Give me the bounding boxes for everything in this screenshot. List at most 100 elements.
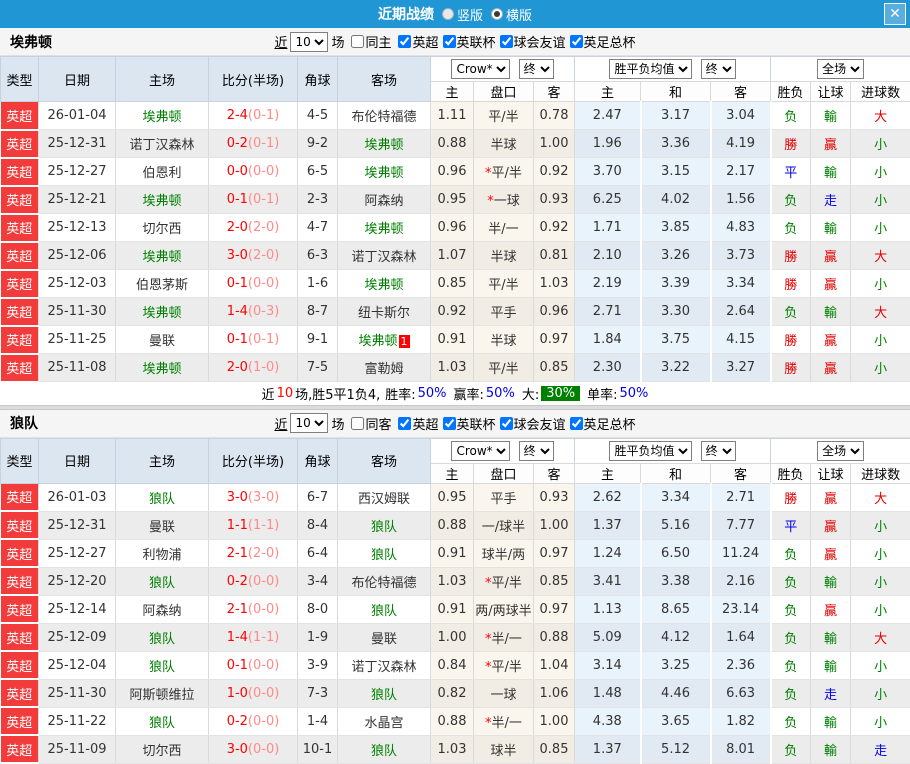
final-average-select[interactable]: 终 bbox=[701, 59, 736, 79]
same-venue-filter[interactable]: 同客 bbox=[347, 414, 391, 433]
fulltime-score: 1-1 bbox=[227, 518, 248, 533]
final-odds-select[interactable]: 终 bbox=[519, 441, 554, 461]
scope-select[interactable]: 全场 bbox=[817, 59, 864, 79]
handicap-home-odds: 1.07 bbox=[431, 242, 474, 270]
handicap-line: 两/两球半 bbox=[474, 595, 534, 623]
result-wdl: 负 bbox=[771, 707, 811, 735]
corners: 1-9 bbox=[298, 623, 338, 651]
avg-draw-odds: 3.30 bbox=[641, 298, 711, 326]
result-wdl: 负 bbox=[771, 651, 811, 679]
games-count-select[interactable]: 10 bbox=[290, 413, 328, 433]
same-venue-filter[interactable]: 同主 bbox=[347, 32, 391, 51]
league-type: 英超 bbox=[1, 623, 39, 651]
home-team: 狼队 bbox=[116, 707, 209, 735]
handicap-line: 半球 bbox=[474, 326, 534, 354]
home-team: 切尔西 bbox=[116, 214, 209, 242]
fulltime-score: 0-2 bbox=[227, 714, 248, 729]
close-icon[interactable]: ✕ bbox=[884, 3, 906, 25]
col-odds-handicap: 盘口 bbox=[474, 82, 534, 102]
league-type: 英超 bbox=[1, 567, 39, 595]
near-label[interactable]: 近 bbox=[274, 414, 287, 433]
league-filter-checkbox[interactable] bbox=[500, 35, 513, 48]
league-filter[interactable]: 英联杯 bbox=[439, 32, 496, 51]
fulltime-score: 0-1 bbox=[227, 658, 248, 673]
final-average-select[interactable]: 终 bbox=[701, 441, 736, 461]
result-goals: 小 bbox=[851, 511, 910, 539]
league-filter[interactable]: 球会友谊 bbox=[496, 414, 566, 433]
league-filter[interactable]: 英超 bbox=[394, 32, 438, 51]
view-option-vertical[interactable]: 竖版 bbox=[442, 5, 483, 24]
result-handicap: 贏 bbox=[811, 354, 851, 382]
league-filter-checkbox[interactable] bbox=[443, 417, 456, 430]
radio-icon[interactable] bbox=[442, 8, 454, 20]
average-select[interactable]: 胜平负均值 bbox=[609, 59, 692, 79]
away-team: 曼联 bbox=[338, 623, 431, 651]
match-date: 25-12-20 bbox=[39, 567, 116, 595]
view-option-horizontal[interactable]: 横版 bbox=[491, 5, 532, 24]
same-venue-checkbox[interactable] bbox=[351, 417, 364, 430]
result-goals: 小 bbox=[851, 595, 910, 623]
col-corner: 角球 bbox=[298, 438, 338, 483]
match-date: 25-12-03 bbox=[39, 270, 116, 298]
away-team: 狼队 bbox=[338, 595, 431, 623]
changed-line-star: * bbox=[485, 716, 492, 731]
col-odds-away: 客 bbox=[534, 82, 575, 102]
handicap-away-odds: 1.00 bbox=[534, 707, 575, 735]
away-team: 埃弗顿 bbox=[338, 270, 431, 298]
result-handicap: 輸 bbox=[811, 298, 851, 326]
handicap-line: *平/半 bbox=[474, 158, 534, 186]
avg-away-odds: 2.16 bbox=[711, 567, 771, 595]
result-handicap: 贏 bbox=[811, 326, 851, 354]
avg-away-odds: 4.19 bbox=[711, 130, 771, 158]
handicap-line: *一球 bbox=[474, 186, 534, 214]
handicap-home-odds: 1.03 bbox=[431, 735, 474, 763]
fulltime-score: 3-0 bbox=[227, 490, 248, 505]
same-venue-checkbox[interactable] bbox=[351, 35, 364, 48]
scope-select[interactable]: 全场 bbox=[817, 441, 864, 461]
league-filter-checkbox[interactable] bbox=[570, 35, 583, 48]
avg-draw-odds: 3.75 bbox=[641, 326, 711, 354]
league-filter[interactable]: 球会友谊 bbox=[496, 32, 566, 51]
near-label[interactable]: 近 bbox=[274, 32, 287, 51]
final-odds-select[interactable]: 终 bbox=[519, 59, 554, 79]
league-filter-label: 英足总杯 bbox=[584, 32, 636, 51]
league-filter[interactable]: 英超 bbox=[394, 414, 438, 433]
handicap-line: 半球 bbox=[474, 242, 534, 270]
result-handicap: 輸 bbox=[811, 567, 851, 595]
away-team: 西汉姆联 bbox=[338, 483, 431, 511]
match-row: 英超25-12-20狼队0-2(0-0)3-4布伦特福德1.03*平/半0.85… bbox=[1, 567, 910, 595]
bookmaker-select[interactable]: Crow* bbox=[451, 59, 510, 79]
match-row: 英超25-12-21埃弗顿0-1(0-1)2-3阿森纳0.95*一球0.936.… bbox=[1, 186, 910, 214]
match-date: 25-11-25 bbox=[39, 326, 116, 354]
avg-draw-odds: 3.39 bbox=[641, 270, 711, 298]
games-count-select[interactable]: 10 bbox=[290, 32, 328, 52]
scope-select-cell: 全场 bbox=[771, 438, 910, 463]
score: 0-1(0-0) bbox=[209, 270, 298, 298]
league-type: 英超 bbox=[1, 158, 39, 186]
radio-selected-icon[interactable] bbox=[491, 8, 503, 20]
away-team: 富勒姆 bbox=[338, 354, 431, 382]
league-filter-checkbox[interactable] bbox=[570, 417, 583, 430]
average-select[interactable]: 胜平负均值 bbox=[609, 441, 692, 461]
match-date: 25-12-27 bbox=[39, 158, 116, 186]
league-filter-checkbox[interactable] bbox=[398, 35, 411, 48]
result-handicap: 輸 bbox=[811, 651, 851, 679]
league-type: 英超 bbox=[1, 242, 39, 270]
league-filter[interactable]: 英足总杯 bbox=[566, 414, 636, 433]
games-suffix: 场 bbox=[331, 414, 344, 433]
avg-home-odds: 3.70 bbox=[575, 158, 641, 186]
league-filter[interactable]: 英足总杯 bbox=[566, 32, 636, 51]
league-filter-checkbox[interactable] bbox=[500, 417, 513, 430]
handicap-line: *半/一 bbox=[474, 623, 534, 651]
result-goals: 走 bbox=[851, 735, 910, 763]
halftime-score: (0-0) bbox=[248, 276, 279, 291]
league-type: 英超 bbox=[1, 130, 39, 158]
league-filter-checkbox[interactable] bbox=[398, 417, 411, 430]
result-handicap: 輸 bbox=[811, 623, 851, 651]
handicap-home-odds: 0.88 bbox=[431, 707, 474, 735]
league-filter-checkbox[interactable] bbox=[443, 35, 456, 48]
halftime-score: (0-1) bbox=[248, 136, 279, 151]
league-filter[interactable]: 英联杯 bbox=[439, 414, 496, 433]
result-goals: 小 bbox=[851, 186, 910, 214]
bookmaker-select[interactable]: Crow* bbox=[451, 441, 510, 461]
